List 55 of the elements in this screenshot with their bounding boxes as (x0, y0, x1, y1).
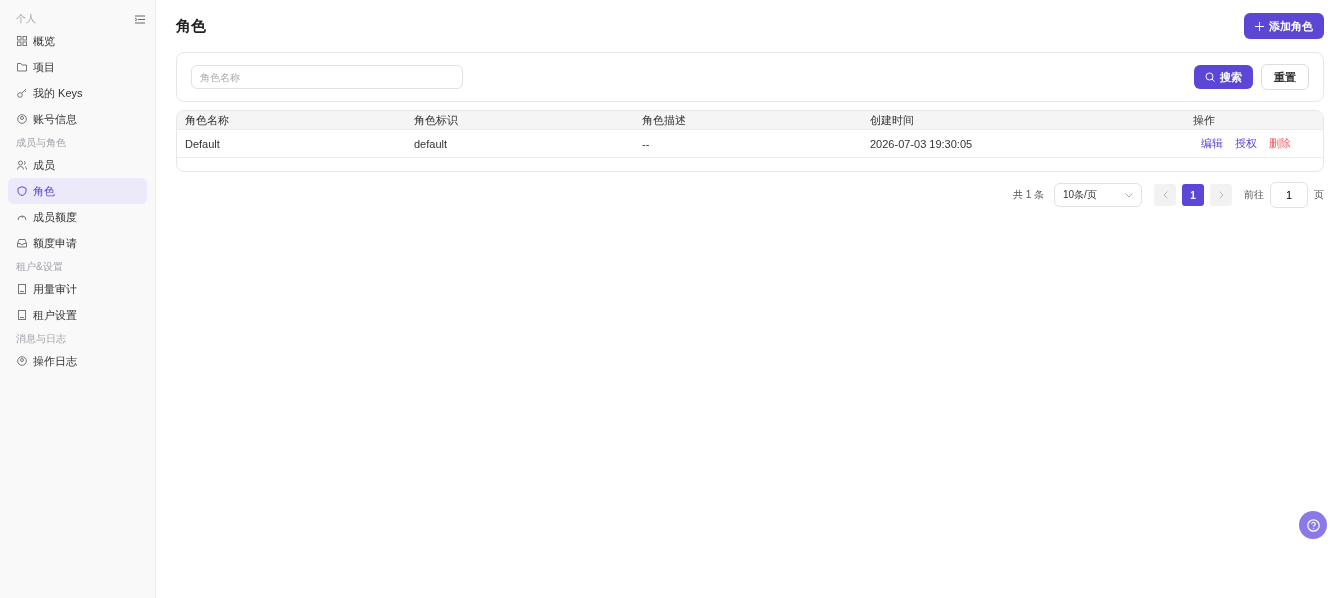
column-header: 角色名称 (185, 115, 230, 125)
user-circle-icon (17, 114, 27, 124)
sidebar-item[interactable]: 我的 Keys (8, 80, 147, 106)
shield-icon (17, 186, 27, 196)
users-icon (17, 160, 27, 170)
table-cell-text: Default (185, 137, 221, 150)
chevron-down-icon (1125, 192, 1133, 198)
sidebar-item[interactable]: 项目 (8, 54, 147, 80)
chevron-left-icon (1162, 191, 1168, 199)
action-link[interactable]: 删除 (1269, 136, 1291, 151)
sidebar-item[interactable]: 用量审计 (8, 276, 147, 302)
sidebar-section-label: 租户&设置 (16, 260, 63, 274)
sidebar-item[interactable]: 操作日志 (8, 348, 147, 374)
goto-label: 前往 (1244, 188, 1264, 202)
action-link[interactable]: 授权 (1235, 136, 1257, 151)
sidebar-item[interactable]: 成员 (8, 152, 147, 178)
key-icon (17, 88, 27, 98)
goto-page-field[interactable]: 1 (1270, 182, 1308, 208)
action-link[interactable]: 编辑 (1201, 136, 1223, 151)
column-header: 创建时间 (870, 115, 915, 125)
add-role-button[interactable]: 添加角色 (1244, 13, 1324, 39)
page-suffix: 页 (1314, 188, 1324, 202)
table-cell-text: default (414, 137, 449, 150)
total-count: 共 1 条 (1012, 188, 1044, 202)
sidebar-section-label: 成员与角色 (16, 136, 66, 150)
search-button[interactable]: 搜索 (1194, 65, 1253, 89)
menu-icon[interactable] (135, 14, 145, 24)
plus-icon (1255, 21, 1264, 31)
grid-icon (17, 36, 27, 46)
table-cell-text: 2026-07-03 19:30:05 (870, 137, 974, 150)
page-size-select[interactable]: 10条/页 (1054, 183, 1142, 207)
chevron-right-icon (1218, 191, 1224, 199)
folder-icon (17, 62, 27, 72)
sidebar-item[interactable]: 成员额度 (8, 204, 147, 230)
page-title: 角色 (176, 16, 206, 36)
sidebar-item[interactable]: 额度申请 (8, 230, 147, 256)
help-button[interactable] (1299, 511, 1327, 539)
sidebar-section-label: 个人 (16, 12, 36, 26)
column-header: 角色标识 (414, 115, 459, 125)
gauge-icon (17, 212, 27, 222)
question-icon (1306, 518, 1320, 532)
sidebar-item[interactable]: 租户设置 (8, 302, 147, 328)
sidebar-item[interactable]: 概览 (8, 28, 147, 54)
sidebar-section-label: 消息与日志 (16, 332, 66, 346)
sidebar-item[interactable]: 角色 (8, 178, 147, 204)
column-header: 操作 (1193, 115, 1216, 125)
column-header: 角色描述 (642, 115, 687, 125)
sidebar-item[interactable]: 账号信息 (8, 106, 147, 132)
role-name-field[interactable]: 角色名称 (191, 65, 463, 89)
page-button[interactable]: 1 (1182, 184, 1204, 206)
inbox-icon (17, 238, 27, 248)
reset-button[interactable]: 重置 (1261, 64, 1309, 90)
search-icon (1205, 72, 1215, 82)
table-cell-text: -- (642, 137, 651, 150)
document-icon (17, 284, 27, 294)
